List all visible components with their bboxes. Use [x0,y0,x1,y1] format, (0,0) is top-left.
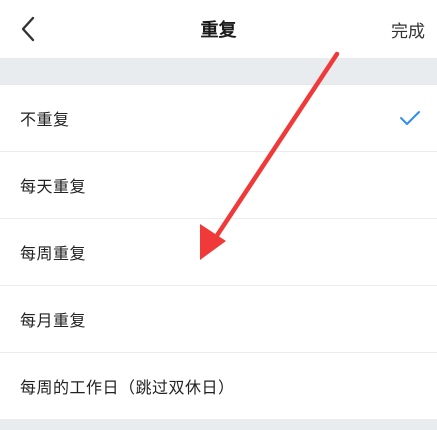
option-daily[interactable]: 每天重复 [0,152,437,219]
option-weekly[interactable]: 每周重复 [0,219,437,286]
option-label: 不重复 [20,110,70,129]
checkmark-icon [400,111,420,125]
repeat-settings-screen: 重复 完成 不重复 每天重复 每周重复 每月重复 每周的工作日（跳过双休日） [0,0,437,430]
option-label: 每周的工作日（跳过双休日） [20,378,235,397]
page-title: 重复 [200,20,237,41]
chevron-left-icon [21,16,35,42]
option-monthly[interactable]: 每月重复 [0,286,437,353]
option-label: 每天重复 [20,177,87,196]
nav-bar: 重复 完成 [0,0,437,58]
back-button[interactable] [8,10,48,48]
option-no-repeat[interactable]: 不重复 [0,85,437,152]
option-label: 每周重复 [20,244,87,263]
done-button[interactable]: 完成 [391,0,425,58]
bottom-separator [0,420,437,430]
section-separator [0,58,437,84]
repeat-options-list: 不重复 每天重复 每周重复 每月重复 每周的工作日（跳过双休日） [0,84,437,420]
option-label: 每月重复 [20,311,87,330]
option-weekdays[interactable]: 每周的工作日（跳过双休日） [0,353,437,420]
